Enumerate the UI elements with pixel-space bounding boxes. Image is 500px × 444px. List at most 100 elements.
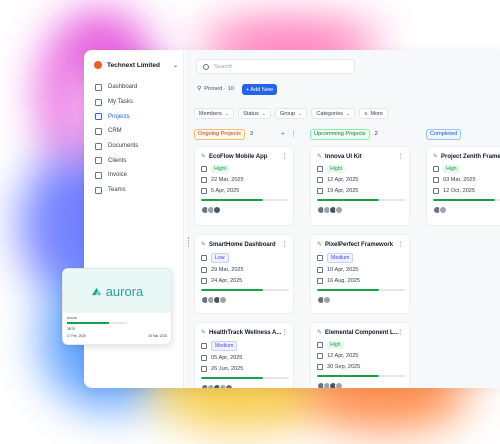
more-icon[interactable]: ⋮ bbox=[282, 152, 289, 160]
card-end-row: 16 Aug, 2025 bbox=[317, 277, 403, 284]
filter-status[interactable]: Status ⌄ bbox=[238, 108, 271, 119]
pen-icon: ✎ bbox=[317, 154, 323, 160]
more-icon[interactable]: ⋮ bbox=[282, 240, 289, 248]
card-progress-fill bbox=[433, 198, 495, 201]
project-card[interactable]: ✎ Elemental Component L... ⋮ High 12 Apr, 20… bbox=[310, 322, 410, 388]
pinned-button[interactable]: ⚲ Pinned · 10 bbox=[197, 86, 234, 92]
calendar-icon bbox=[317, 187, 323, 194]
search-input[interactable]: Search bbox=[196, 59, 355, 74]
card-title-row: ✎ PixelPerfect Framework bbox=[317, 241, 403, 249]
sidebar-item-documents[interactable]: Documents bbox=[92, 139, 178, 154]
project-card[interactable]: ✎ SmartHome Dashboard ⋮ Low 29 Mar, 2025 24 A… bbox=[194, 234, 294, 314]
more-icon[interactable]: ⋮ bbox=[282, 328, 289, 336]
filter-more[interactable]: ≡ More bbox=[359, 108, 388, 119]
floating-card-brand: aurora bbox=[105, 283, 144, 299]
card-start-row: 29 Mar, 2025 bbox=[201, 267, 287, 273]
project-card[interactable]: ✎ HealthTrack Wellness A... ⋮ Medium 05 Apr,… bbox=[194, 322, 294, 388]
drag-handle[interactable] bbox=[188, 237, 190, 247]
pen-icon: ✎ bbox=[317, 242, 323, 248]
chevron-down-icon: ⌄ bbox=[261, 110, 266, 117]
calendar-icon bbox=[433, 177, 439, 183]
card-title-row: ✎ Innova UI Kit bbox=[317, 153, 403, 161]
filter-group[interactable]: Group ⌄ bbox=[274, 108, 308, 119]
flag-icon bbox=[201, 342, 207, 349]
card-start-row: 12 Apr, 2025 bbox=[317, 353, 403, 359]
aurora-logo-icon bbox=[91, 287, 101, 295]
card-end-row: 12 Oct, 2025 bbox=[433, 187, 500, 194]
board-column: Completed bbox=[426, 128, 500, 140]
sidebar-nav: Dashboard My Tasks Projects CRM Document… bbox=[92, 80, 178, 198]
more-icon[interactable]: ⋮ bbox=[290, 130, 297, 138]
card-progress bbox=[433, 198, 500, 201]
pen-icon: ✎ bbox=[201, 330, 207, 336]
more-icon[interactable]: ⋮ bbox=[398, 152, 405, 160]
card-start-date: 05 Apr, 2025 bbox=[211, 355, 243, 361]
flag-icon bbox=[201, 254, 207, 261]
add-card-icon[interactable]: + bbox=[281, 131, 285, 138]
avatar bbox=[439, 205, 447, 214]
filter-label: Group bbox=[279, 110, 296, 117]
card-title: HealthTrack Wellness A... bbox=[209, 329, 282, 336]
card-start-row: 22 Mar, 2025 bbox=[201, 177, 287, 183]
floating-card-title: Aurora bbox=[67, 316, 77, 320]
project-card[interactable]: ✎ EcoFlow Mobile App ⋮ Hight 22 Mar, 2025 5 A… bbox=[194, 146, 294, 226]
card-priority-row: Low bbox=[201, 252, 287, 263]
pen-icon: ✎ bbox=[201, 242, 207, 248]
avatar bbox=[335, 381, 343, 388]
avatar bbox=[213, 205, 221, 214]
teams-icon bbox=[95, 186, 102, 194]
card-progress-fill bbox=[201, 288, 263, 291]
sidebar-item-label: Teams bbox=[108, 187, 126, 194]
filter-bar: Members ⌄ Status ⌄ Group ⌄ Categories ⌄ ≡ Mor… bbox=[194, 108, 388, 119]
search-icon bbox=[203, 63, 209, 70]
project-card[interactable]: ✎Project Zenith Frame⋮High03 Mar, 202512… bbox=[426, 146, 500, 226]
card-start-date: 29 Mar, 2025 bbox=[211, 267, 244, 273]
sidebar-item-invoice[interactable]: Invoice bbox=[92, 168, 178, 183]
filter-label: Status bbox=[243, 110, 259, 117]
project-card[interactable]: ✎ Innova UI Kit ⋮ Hight 12 Apr, 2025 19 Apr, … bbox=[310, 146, 410, 226]
dashboard-icon bbox=[95, 83, 102, 91]
floating-card-progress bbox=[67, 322, 127, 324]
sidebar-item-teams[interactable]: Teams bbox=[92, 183, 178, 198]
sidebar-item-crm[interactable]: CRM bbox=[92, 124, 178, 139]
sidebar-item-my-tasks[interactable]: My Tasks bbox=[92, 95, 178, 110]
sidebar-item-label: Dashboard bbox=[108, 84, 138, 91]
floating-project-card[interactable]: aurora Aurora 35/75 17 Feb, 2025 28 Mar,… bbox=[62, 268, 172, 345]
more-icon[interactable]: ⋮ bbox=[398, 328, 405, 336]
calendar-icon bbox=[317, 277, 323, 284]
sidebar-item-label: Projects bbox=[108, 113, 130, 120]
card-progress-fill bbox=[317, 374, 379, 377]
avatar-group bbox=[201, 383, 287, 388]
card-progress bbox=[201, 288, 289, 291]
org-switcher[interactable]: Technext Limited ⌄ bbox=[94, 61, 178, 69]
board-column: Upcomming Projects 2 bbox=[310, 128, 413, 140]
card-priority-row: Medium bbox=[201, 340, 287, 351]
avatar bbox=[335, 205, 343, 214]
sidebar-item-clients[interactable]: Clients bbox=[92, 153, 178, 168]
card-progress bbox=[317, 374, 405, 377]
filter-categories[interactable]: Categories ⌄ bbox=[311, 108, 356, 119]
card-progress-fill bbox=[317, 288, 379, 291]
filter-members[interactable]: Members ⌄ bbox=[194, 108, 235, 119]
invoice-icon bbox=[95, 171, 102, 179]
filter-label: Categories bbox=[316, 110, 344, 117]
chevron-down-icon: ⌄ bbox=[224, 110, 230, 117]
add-new-button[interactable]: + Add New bbox=[242, 84, 277, 95]
project-card[interactable]: ✎ PixelPerfect Framework ⋮ Medium 10 Apr, 20… bbox=[310, 234, 410, 314]
column-header: Ongoing Projects 3 + ⋮ bbox=[194, 128, 297, 140]
chevron-down-icon: ⌄ bbox=[172, 62, 178, 69]
more-icon[interactable]: ⋮ bbox=[398, 240, 405, 248]
card-end-date: 26 Jun, 2025 bbox=[211, 365, 244, 372]
sidebar-item-projects[interactable]: Projects bbox=[92, 109, 178, 124]
column-header: Completed bbox=[426, 128, 500, 140]
filter-label: Members bbox=[199, 110, 222, 117]
calendar-icon bbox=[317, 267, 323, 273]
card-priority-row: Hight bbox=[201, 164, 287, 173]
sidebar-item-dashboard[interactable]: Dashboard bbox=[92, 80, 178, 95]
org-name: Technext Limited bbox=[107, 61, 160, 69]
filter-label: More bbox=[370, 110, 383, 117]
pinned-label: Pinned · 10 bbox=[204, 86, 234, 92]
calendar-icon bbox=[201, 355, 207, 361]
card-end-date: 16 Aug, 2025 bbox=[327, 277, 360, 284]
priority-badge: Low bbox=[211, 252, 229, 263]
